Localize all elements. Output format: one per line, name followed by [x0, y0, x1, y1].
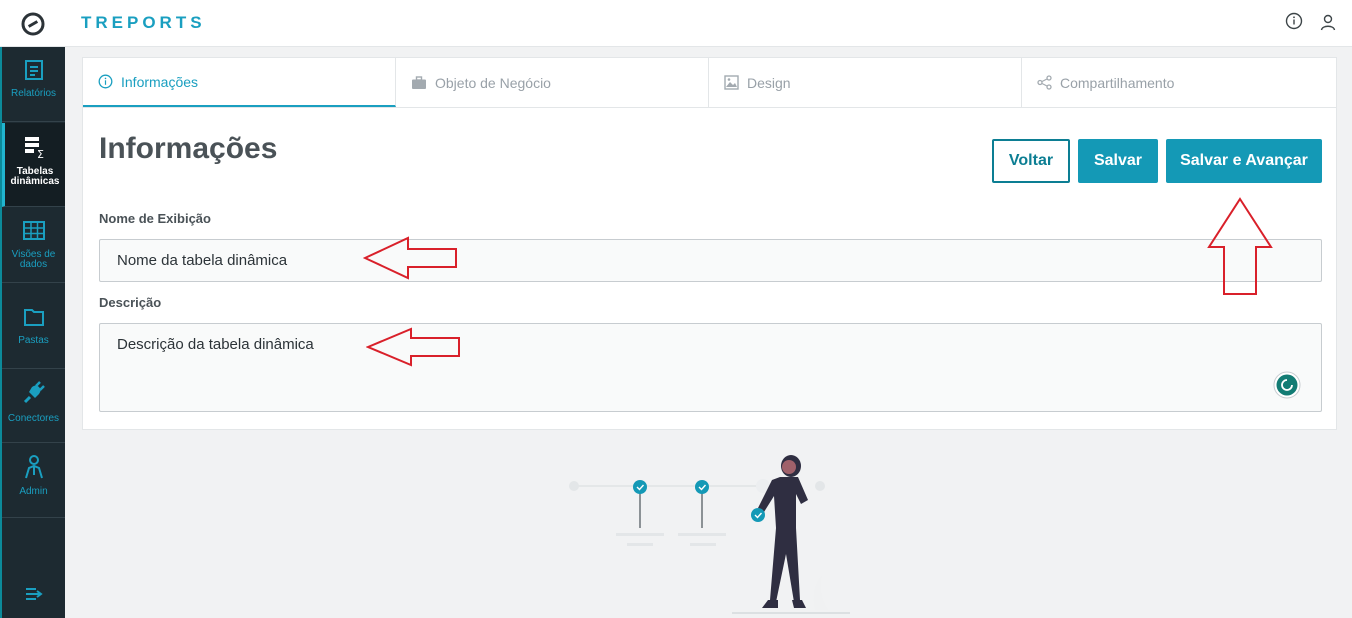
display-name-label: Nome de Exibição	[99, 211, 211, 226]
sidebar-item-label: Admin	[19, 486, 48, 497]
briefcase-icon	[412, 75, 426, 89]
plug-icon	[23, 381, 45, 404]
display-name-input[interactable]: Nome da tabela dinâmica	[99, 239, 1322, 282]
tab-compartilhamento[interactable]: Compartilhamento	[1022, 58, 1336, 107]
svg-text:Σ: Σ	[37, 148, 44, 159]
tab-label: Informações	[121, 73, 199, 90]
logo-icon[interactable]	[0, 0, 65, 47]
save-button[interactable]: Salvar	[1078, 139, 1158, 183]
app-brand: TREPORTS	[81, 13, 206, 32]
info-icon	[98, 74, 113, 89]
tab-design[interactable]: Design	[709, 58, 1022, 107]
sidebar: Relatórios Σ Tabelas dinâmicas Visões de…	[0, 47, 65, 618]
sidebar-item-admin[interactable]: Admin	[2, 443, 65, 518]
image-icon	[724, 75, 739, 90]
page-title: Informações	[99, 132, 278, 165]
tab-label: Design	[747, 74, 791, 91]
sidebar-item-pastas[interactable]: Pastas	[2, 294, 65, 369]
top-bar: TREPORTS	[0, 0, 1352, 47]
description-textarea[interactable]: Descrição da tabela dinâmica	[99, 323, 1322, 412]
share-icon	[1037, 75, 1052, 90]
onboarding-illustration	[569, 455, 850, 614]
sidebar-item-conectores[interactable]: Conectores	[2, 368, 65, 443]
sidebar-item-label: Conectores	[7, 413, 60, 424]
grammar-check-icon[interactable]	[1273, 371, 1301, 399]
user-icon[interactable]	[1319, 13, 1337, 31]
sidebar-item-tabelas-dinamicas[interactable]: Σ Tabelas dinâmicas	[2, 123, 65, 207]
report-icon	[24, 60, 43, 80]
sidebar-item-label: Tabelas dinâmicas	[10, 166, 60, 187]
sidebar-item-label: Pastas	[18, 335, 49, 346]
save-and-next-button[interactable]: Salvar e Avançar	[1166, 139, 1322, 183]
tab-objeto-de-negocio[interactable]: Objeto de Negócio	[396, 58, 709, 107]
info-icon[interactable]	[1285, 12, 1303, 30]
app-root: TREPORTS Relatórios Σ Tabelas dinâmicas …	[0, 0, 1352, 618]
tab-label: Objeto de Negócio	[435, 74, 551, 91]
tab-label: Compartilhamento	[1060, 74, 1175, 91]
menu-collapse-icon[interactable]	[24, 585, 44, 603]
sidebar-item-label: Relatórios	[10, 88, 57, 99]
sidebar-item-label: Visões de dados	[11, 249, 56, 270]
wizard-tabs: Informações Objeto de Negócio Design Com…	[82, 57, 1337, 108]
pivot-table-icon: Σ	[25, 137, 44, 159]
info-form-card: Informações Voltar Salvar Salvar e Avanç…	[82, 108, 1337, 430]
folder-icon	[23, 309, 44, 326]
back-button[interactable]: Voltar	[992, 139, 1070, 183]
admin-icon	[24, 455, 43, 479]
tab-informacoes[interactable]: Informações	[83, 58, 396, 107]
annotation-arrow-save-next	[1207, 197, 1273, 295]
sidebar-item-visoes-de-dados[interactable]: Visões de dados	[2, 208, 65, 283]
annotation-arrow-description	[366, 327, 460, 367]
sidebar-item-relatorios[interactable]: Relatórios	[2, 47, 65, 122]
annotation-arrow-name	[363, 236, 457, 280]
grid-icon	[22, 221, 45, 240]
description-label: Descrição	[99, 295, 162, 310]
